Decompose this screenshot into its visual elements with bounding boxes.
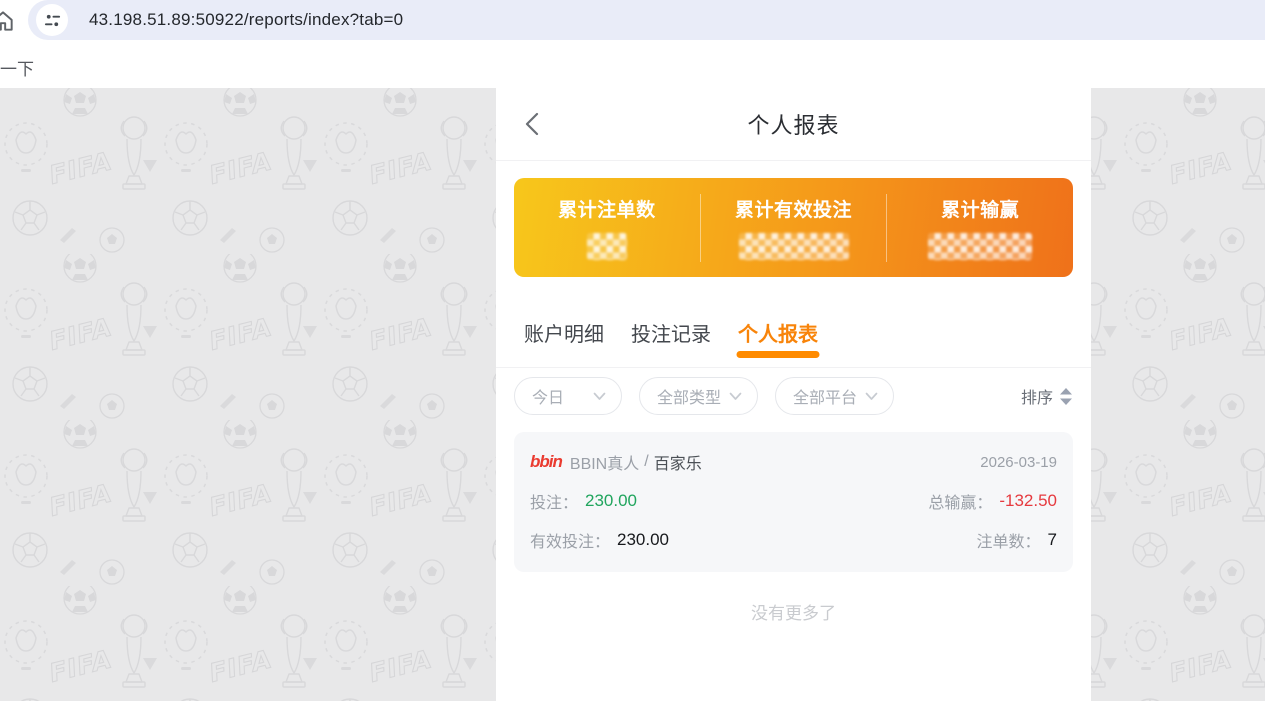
record-bottom-row: 有效投注： 230.00 注单数： 7 [530,528,1057,552]
summary-card: 累计注单数 累计有效投注 累计输赢 [514,178,1073,277]
filter-label: 全部类型 [657,390,722,407]
provider-game-separator: / [644,453,649,470]
sort-label: 排序 [1020,390,1053,407]
chevron-down-icon [865,392,878,400]
filter-platform-dropdown[interactable]: 全部平台 [775,377,894,415]
tab-account-details[interactable]: 账户明细 [524,318,604,367]
winloss-value: -132.50 [999,491,1057,510]
chevron-down-icon [729,392,742,400]
bet-count-value: 7 [1047,530,1057,549]
winloss-label: 总输赢： [928,495,993,512]
stat-value-masked [586,233,627,260]
valid-bet-value: 230.00 [617,530,670,549]
provider-name: BBIN真人 [569,456,640,473]
stat-value-masked [738,233,849,260]
chevron-left-icon [525,112,539,136]
end-of-list-text: 没有更多了 [751,604,836,623]
sort-control[interactable]: 排序 [1021,384,1072,408]
active-tab-underline [736,351,820,358]
url-text[interactable]: 43.198.51.89:50922/reports/index?tab=0 [89,10,403,30]
stat-total-bets: 累计注单数 [514,195,700,260]
bet-label: 投注： [530,495,579,512]
site-settings-icon[interactable] [36,4,68,36]
filter-date-dropdown[interactable]: 今日 [514,377,622,415]
game-name: 百家乐 [653,456,702,473]
record-middle-row: 投注： 230.00 总输赢： -132.50 [530,489,1057,513]
panel-header: 个人报表 [496,88,1091,161]
stat-value-masked [928,233,1033,260]
tab-personal-report[interactable]: 个人报表 [736,318,820,367]
sort-icon [1060,387,1072,405]
clipped-text-fragment: 一下 [0,60,34,79]
home-icon[interactable] [0,8,16,39]
report-record-card[interactable]: bbin BBIN真人 / 百家乐 2026-03-19 投注： 230.00 … [514,432,1073,572]
bbin-logo: bbin [530,452,563,471]
tab-label: 个人报表 [738,324,818,346]
browser-toolbar: 43.198.51.89:50922/reports/index?tab=0 [0,0,1265,40]
filter-type-dropdown[interactable]: 全部类型 [639,377,758,415]
bet-count-label: 注单数： [976,534,1041,551]
url-bar[interactable]: 43.198.51.89:50922/reports/index?tab=0 [28,0,1265,40]
page-top-strip: 一下 [0,40,1265,88]
valid-bet-label: 有效投注： [530,534,611,551]
back-button[interactable] [522,110,550,138]
filter-bar: 今日 全部类型 全部平台 排序 [496,368,1091,418]
stat-label: 累计有效投注 [735,200,853,221]
stat-label: 累计注单数 [558,200,656,221]
chevron-down-icon [593,392,606,400]
record-date: 2026-03-19 [980,453,1057,471]
page-title: 个人报表 [747,113,840,138]
tab-betting-records[interactable]: 投注记录 [631,318,711,367]
stat-total-valid-bets: 累计有效投注 [701,195,887,260]
stat-total-winloss: 累计输赢 [887,195,1073,260]
filter-label: 今日 [532,390,565,407]
tab-bar: 账户明细 投注记录 个人报表 [496,277,1091,368]
bet-value: 230.00 [585,491,638,510]
filter-label: 全部平台 [793,390,858,407]
stat-label: 累计输赢 [941,200,1020,221]
report-panel: 个人报表 累计注单数 累计有效投注 累计输赢 账户明细 投注记录 个人报表 今日 [496,88,1091,701]
record-header-row: bbin BBIN真人 / 百家乐 2026-03-19 [530,450,1057,474]
